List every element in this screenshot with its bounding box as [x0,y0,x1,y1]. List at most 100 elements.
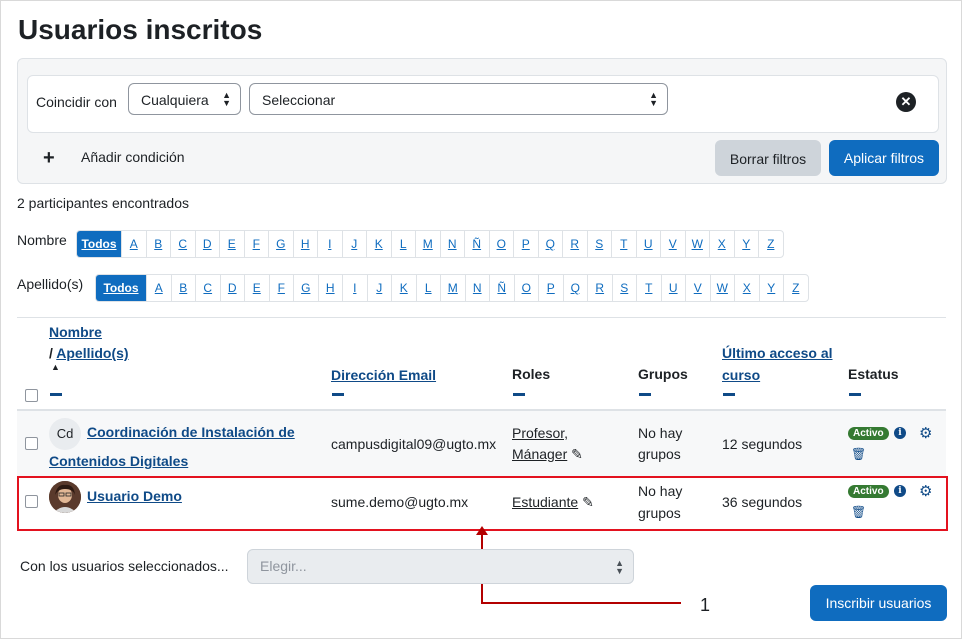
filter-type-select[interactable]: Seleccionar ▲ ▼ [249,83,668,115]
last-name-initial-letter[interactable]: B [170,275,196,301]
plus-icon[interactable]: + [43,147,55,170]
first-name-initial-letter[interactable]: Z [758,231,783,257]
last-name-initial-letter[interactable]: N [464,275,490,301]
first-name-initial-letter[interactable]: B [145,231,171,257]
user-role-edit[interactable]: Mánager ✎ [512,443,583,465]
first-name-initial-letter[interactable]: T [611,231,636,257]
column-collapse-icon[interactable] [50,393,62,396]
pencil-icon[interactable]: ✎ [571,446,583,462]
select-all-checkbox[interactable] [25,389,38,402]
last-name-initial-letter[interactable]: Q [562,275,588,301]
first-name-initial-letter[interactable]: F [243,231,269,257]
last-name-initial-letter[interactable]: M [440,275,465,301]
sort-last-name-link[interactable]: Apellido(s) [56,345,128,361]
last-name-initial-letter[interactable]: T [636,275,661,301]
user-name-link-continued[interactable]: Contenidos Digitales [49,450,188,472]
first-name-initial-letter[interactable]: Ñ [464,231,489,257]
first-name-initial-letter[interactable]: M [415,231,440,257]
highlight-box [17,476,948,531]
last-name-initial-letter[interactable]: W [709,275,735,301]
first-name-initial-letter[interactable]: E [219,231,244,257]
first-name-initial-letter[interactable]: Y [733,231,759,257]
first-name-initial-letter[interactable]: Q [537,231,563,257]
last-name-initial-letter[interactable]: V [685,275,710,301]
user-role[interactable]: Profesor, [512,422,568,444]
row-checkbox[interactable] [25,437,38,450]
avatar: Cd [49,418,81,450]
trash-icon[interactable]: 🗑 [851,447,866,461]
user-name-link[interactable]: Coordinación de Instalación de [87,421,295,443]
first-name-initial-letter[interactable]: X [709,231,734,257]
first-name-initial-letter[interactable]: L [390,231,416,257]
last-name-initial-letter[interactable]: X [734,275,759,301]
last-name-initial-letter[interactable]: D [219,275,245,301]
column-collapse-icon[interactable] [513,393,525,396]
header-first-name: Nombre [49,324,102,340]
last-name-initial-letter[interactable]: P [538,275,563,301]
first-name-initial-letter[interactable]: A [121,231,146,257]
first-name-initial-letter[interactable]: H [292,231,318,257]
last-name-initial-letter[interactable]: A [146,275,171,301]
first-name-initial-letter[interactable]: P [513,231,538,257]
last-name-initial-letter[interactable]: U [660,275,686,301]
sort-email-link[interactable]: Dirección Email [331,367,436,383]
last-name-initial-letter[interactable]: G [293,275,318,301]
column-collapse-icon[interactable] [723,393,735,396]
page-title: Usuarios inscritos [18,14,263,45]
first-name-initial-letter[interactable]: W [684,231,710,257]
last-name-initial-letter[interactable]: H [317,275,343,301]
add-condition-link[interactable]: Añadir condición [81,149,185,165]
info-icon[interactable]: i [894,427,906,439]
sort-first-name-link[interactable]: Nombre [49,324,102,340]
remove-condition-icon[interactable]: ✕ [896,92,916,112]
last-name-initial-all[interactable]: Todos [96,275,146,301]
first-name-initial-letter[interactable]: D [194,231,220,257]
select-arrows-icon: ▲ ▼ [615,558,624,576]
last-name-initial-letter[interactable]: S [611,275,637,301]
first-name-initial-letter[interactable]: S [586,231,612,257]
filter-type-value: Seleccionar [262,92,336,108]
last-name-initial-letter[interactable]: Z [783,275,808,301]
first-name-initial-letter[interactable]: N [439,231,465,257]
last-name-initial-letter[interactable]: C [195,275,220,301]
enrol-users-button[interactable]: Inscribir usuarios [810,585,947,621]
first-name-initial-letter[interactable]: G [268,231,293,257]
last-name-initial-letter[interactable]: Ñ [489,275,514,301]
column-collapse-icon[interactable] [639,393,651,396]
last-name-initial-letter[interactable]: Y [758,275,784,301]
user-role-line2[interactable]: Mánager [512,446,567,462]
match-select[interactable]: Cualquiera ▲ ▼ [128,83,241,115]
first-name-initial-letter[interactable]: O [488,231,514,257]
user-email: campusdigital09@ugto.mx [331,436,497,452]
user-name-line1[interactable]: Coordinación de Instalación de [87,424,295,440]
first-name-initial-letter[interactable]: R [562,231,587,257]
first-name-initial-letter[interactable]: C [170,231,195,257]
apply-filters-button[interactable]: Aplicar filtros [829,140,939,176]
last-name-initial-letter[interactable]: E [244,275,269,301]
column-collapse-icon[interactable] [332,393,344,396]
user-name-line2[interactable]: Contenidos Digitales [49,453,188,469]
callout-number: 1 [700,595,711,615]
first-name-initial-letter[interactable]: V [660,231,685,257]
first-name-letter-bar: Todos A B C D E F G H I J K L M N Ñ O P Q R S T U V W X Y Z [76,230,784,258]
first-name-initial-all[interactable]: Todos [77,231,121,257]
last-name-initial-letter[interactable]: R [587,275,612,301]
last-name-initial-letter[interactable]: K [391,275,416,301]
gear-icon[interactable]: ⚙ [919,424,932,442]
sort-last-access-link[interactable]: Último acceso al [722,345,833,361]
last-name-letter-bar: Todos A B C D E F G H I J K L M N Ñ O P Q R S T U V W X Y Z [95,274,809,302]
first-name-initial-letter[interactable]: K [366,231,391,257]
header-email: Dirección Email [331,367,436,383]
last-name-initial-letter[interactable]: L [415,275,441,301]
first-name-initial-letter[interactable]: J [341,231,367,257]
first-name-initial-letter[interactable]: U [635,231,661,257]
bulk-action-select[interactable]: Elegir... ▲ ▼ [247,549,634,584]
sort-last-access-link-2[interactable]: curso [722,367,760,383]
last-name-initial-letter[interactable]: O [513,275,539,301]
clear-filters-button[interactable]: Borrar filtros [715,140,821,176]
last-name-initial-letter[interactable]: J [366,275,392,301]
last-name-initial-letter[interactable]: F [268,275,294,301]
column-collapse-icon[interactable] [849,393,861,396]
last-name-initial-letter[interactable]: I [342,275,367,301]
first-name-initial-letter[interactable]: I [317,231,342,257]
